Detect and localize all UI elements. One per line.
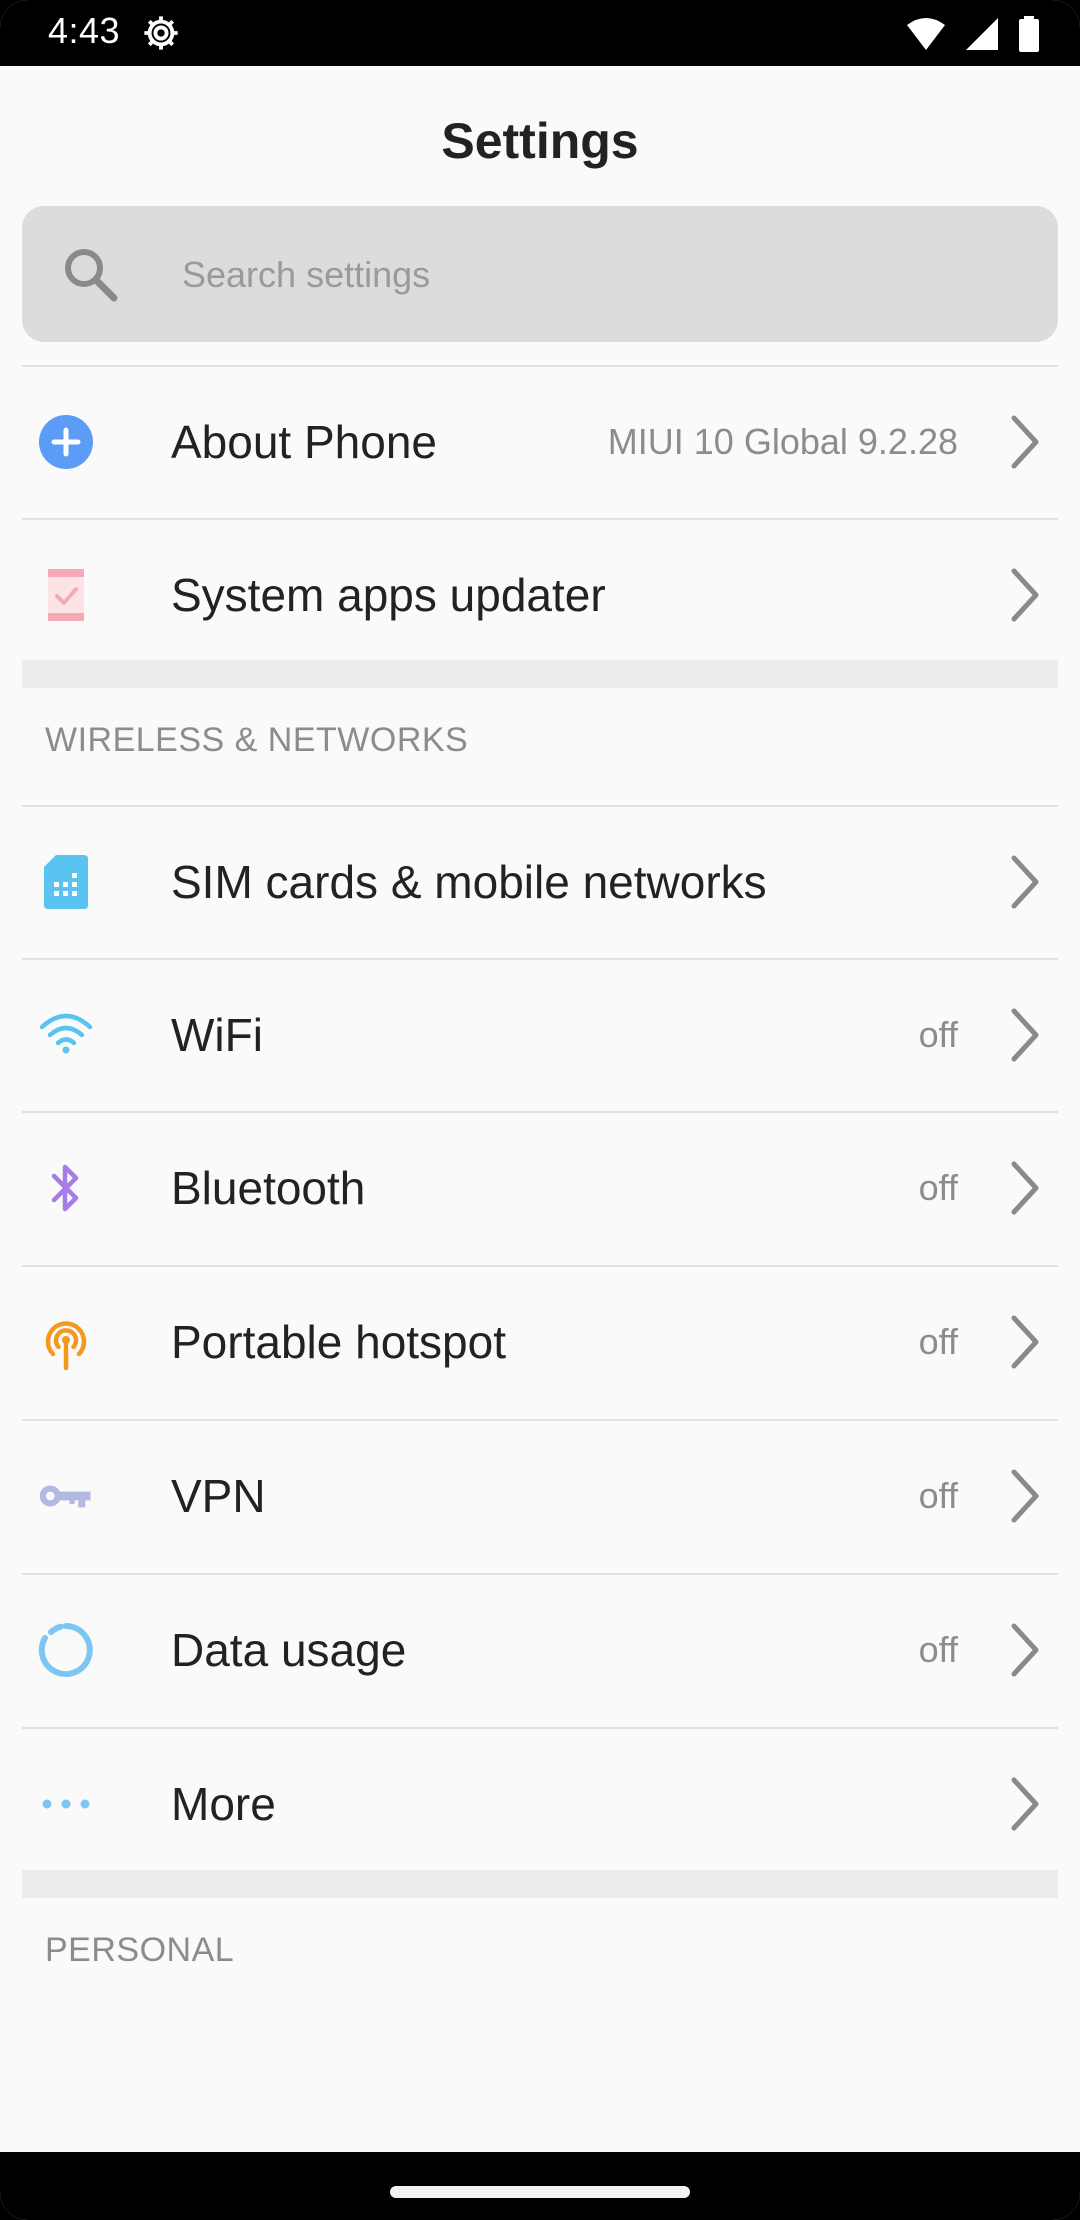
chevron-right-icon (1011, 1315, 1039, 1369)
status-bar: 4:43 (0, 0, 1080, 66)
chevron-right-icon (1011, 1777, 1039, 1831)
search-placeholder: Search settings (182, 254, 431, 295)
wireless-networks-header: WIRELESS & NETWORKS (45, 721, 469, 759)
navigation-bar (0, 2152, 1080, 2220)
system-updater-icon (48, 569, 84, 621)
chevron-right-icon (1011, 1469, 1039, 1523)
data-usage-status: off (918, 1629, 958, 1670)
wifi-signal-icon (907, 18, 945, 50)
page-title: Settings (441, 113, 639, 169)
hotspot-icon (45, 1321, 87, 1370)
system-apps-updater-item[interactable]: System apps updater (22, 520, 1058, 670)
battery-icon (1019, 16, 1039, 52)
chevron-right-icon (1011, 855, 1039, 909)
system-apps-updater-label: System apps updater (171, 569, 606, 621)
wifi-label: WiFi (171, 1009, 263, 1061)
plus-circle-icon (39, 415, 93, 469)
cell-signal-icon (966, 18, 998, 50)
more-dots-icon (42, 1799, 90, 1809)
search-input[interactable]: Search settings (22, 206, 1058, 342)
personal-header: PERSONAL (45, 1931, 235, 1969)
wifi-status: off (918, 1014, 958, 1055)
bluetooth-label: Bluetooth (171, 1162, 366, 1214)
data-usage-item[interactable]: Data usage off (22, 1575, 1058, 1725)
section-spacer (22, 660, 1058, 688)
bluetooth-item[interactable]: Bluetooth off (22, 1113, 1058, 1263)
key-icon (39, 1485, 91, 1508)
about-phone-label: About Phone (171, 416, 438, 468)
about-phone-version: MIUI 10 Global 9.2.28 (607, 421, 958, 462)
sim-cards-item[interactable]: SIM cards & mobile networks (22, 807, 1058, 957)
data-usage-label: Data usage (171, 1624, 407, 1676)
sim-cards-label: SIM cards & mobile networks (171, 856, 767, 908)
more-label: More (171, 1778, 276, 1830)
bluetooth-icon (51, 1164, 79, 1212)
vpn-label: VPN (171, 1470, 266, 1522)
portable-hotspot-label: Portable hotspot (171, 1316, 507, 1368)
wifi-item[interactable]: WiFi off (22, 960, 1058, 1110)
sim-card-icon (44, 855, 88, 909)
portable-hotspot-item[interactable]: Portable hotspot off (22, 1267, 1058, 1417)
section-spacer (22, 1870, 1058, 1898)
home-gesture-handle[interactable] (390, 2186, 690, 2198)
chevron-right-icon (1011, 1008, 1039, 1062)
chevron-right-icon (1011, 1161, 1039, 1215)
data-usage-icon (38, 1623, 93, 1677)
vpn-status: off (918, 1475, 958, 1516)
chevron-right-icon (1011, 1623, 1039, 1677)
bluetooth-status: off (918, 1167, 958, 1208)
wifi-icon (39, 1013, 93, 1054)
about-phone-item[interactable]: About Phone MIUI 10 Global 9.2.28 (22, 367, 1058, 517)
status-time: 4:43 (48, 10, 121, 51)
vpn-item[interactable]: VPN off (22, 1421, 1058, 1571)
chevron-right-icon (1011, 415, 1039, 469)
settings-screen: 4:43 Settings Search settings About Phon… (0, 0, 1080, 2220)
chevron-right-icon (1011, 568, 1039, 622)
settings-gear-icon (144, 16, 178, 50)
portable-hotspot-status: off (918, 1321, 958, 1362)
more-item[interactable]: More (22, 1729, 1058, 1879)
search-icon (65, 249, 118, 302)
